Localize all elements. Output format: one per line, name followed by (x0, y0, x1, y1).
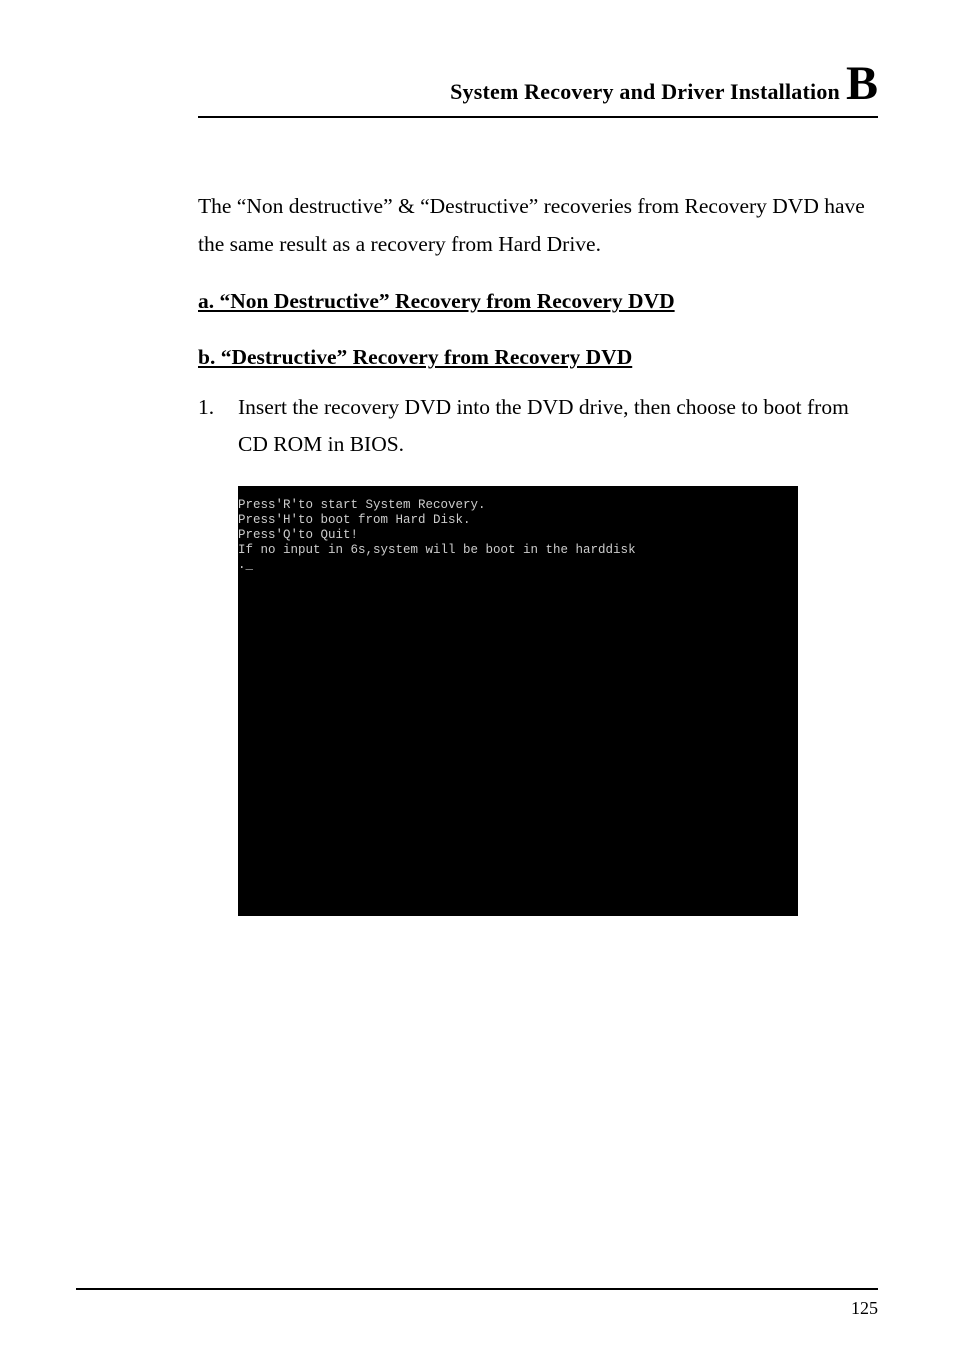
intro-paragraph: The “Non destructive” & “Destructive” re… (198, 188, 878, 263)
document-page: System Recovery and Driver Installation … (0, 0, 954, 1355)
step-1: 1. Insert the recovery DVD into the DVD … (198, 389, 878, 464)
subheading-b: b. “Destructive” Recovery from Recovery … (198, 339, 878, 377)
page-footer: 125 (76, 1288, 878, 1319)
page-number: 125 (76, 1298, 878, 1319)
body-content: The “Non destructive” & “Destructive” re… (198, 188, 878, 916)
terminal-line: Press'R'to start System Recovery. (238, 498, 486, 512)
terminal-cursor-line: ._ (238, 558, 253, 572)
step-text: Insert the recovery DVD into the DVD dri… (238, 389, 878, 464)
terminal-line: If no input in 6s,system will be boot in… (238, 543, 636, 557)
step-number: 1. (198, 389, 238, 464)
header-title: System Recovery and Driver Installation (450, 79, 840, 105)
terminal-screenshot: Press'R'to start System Recovery. Press'… (238, 486, 798, 916)
header-appendix-letter: B (846, 60, 878, 108)
page-header: System Recovery and Driver Installation … (198, 60, 878, 118)
terminal-line: Press'H'to boot from Hard Disk. (238, 513, 471, 527)
subheading-a: a. “Non Destructive” Recovery from Recov… (198, 283, 878, 321)
terminal-line: Press'Q'to Quit! (238, 528, 358, 542)
